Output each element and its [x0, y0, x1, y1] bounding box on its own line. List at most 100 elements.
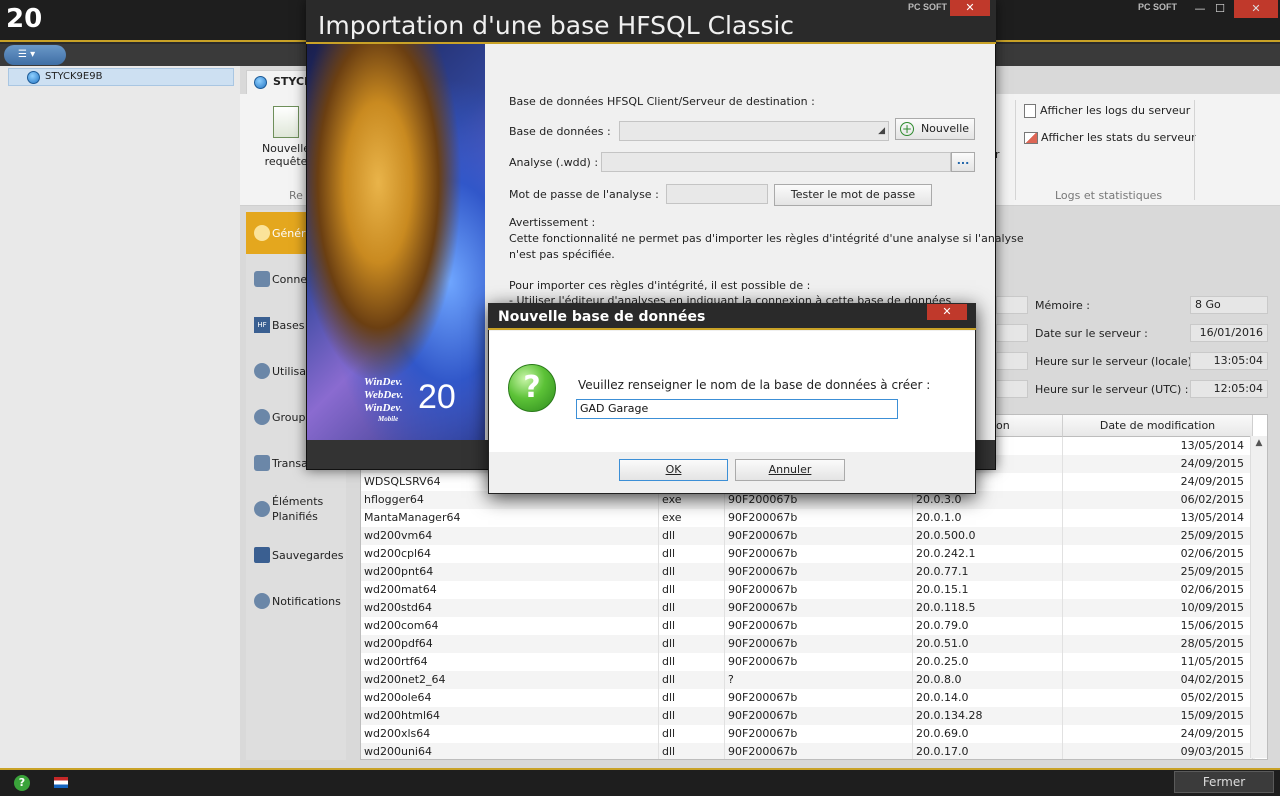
table-row[interactable]: wd200html64 dll 90F200067b 20.0.134.28 15/09…	[361, 707, 1255, 725]
database-select[interactable]: ◢	[619, 121, 889, 141]
table-row[interactable]: wd200com64 dll 90F200067b 20.0.79.0 15/06/20…	[361, 617, 1255, 635]
cancel-button[interactable]: Annuler	[735, 459, 845, 481]
language-flag-icon[interactable]	[54, 777, 68, 788]
modal-close-button[interactable]: ✕	[927, 304, 967, 320]
browse-button[interactable]: ...	[951, 152, 975, 172]
table-cell: 13/05/2014	[1063, 437, 1253, 455]
table-row[interactable]: wd200cpl64 dll 90F200067b 20.0.242.1 02/06/2…	[361, 545, 1255, 563]
question-icon: ?	[508, 364, 556, 412]
table-cell: ?	[725, 671, 913, 689]
table-cell: 24/09/2015	[1063, 455, 1253, 473]
table-row[interactable]: wd200uni64 dll 90F200067b 20.0.17.0 09/03/20…	[361, 743, 1255, 759]
info-field-partial	[996, 324, 1028, 342]
table-row[interactable]: wd200std64 dll 90F200067b 20.0.118.5 10/09/2…	[361, 599, 1255, 617]
table-cell: 20.0.118.5	[913, 599, 1063, 617]
help-icon[interactable]: ?	[14, 775, 30, 791]
modal-prompt: Veuillez renseigner le nom de la base de…	[578, 378, 931, 392]
show-stats-button[interactable]: Afficher les stats du serveur	[1024, 131, 1196, 144]
nav-scheduled[interactable]: Éléments Planifiés	[246, 488, 360, 530]
table-row[interactable]: wd200xls64 dll 90F200067b 20.0.69.0 24/09/20…	[361, 725, 1255, 743]
nav-label: Utilisat	[272, 364, 311, 378]
clock-icon	[254, 501, 270, 517]
table-cell: 20.0.77.1	[913, 563, 1063, 581]
memory-value: 8 Go	[1190, 296, 1268, 314]
table-cell: 06/02/2015	[1063, 491, 1253, 509]
show-stats-label: Afficher les stats du serveur	[1041, 131, 1196, 144]
table-cell: 24/09/2015	[1063, 725, 1253, 743]
nav-notifications[interactable]: Notifications	[246, 580, 360, 622]
modal-title: Nouvelle base de données	[488, 303, 976, 330]
server-time-local-value: 13:05:04	[1190, 352, 1268, 370]
database-name-input[interactable]: GAD Garage	[576, 399, 898, 419]
nav-label: Bases	[272, 318, 305, 332]
table-cell: 90F200067b	[725, 527, 913, 545]
table-row[interactable]: wd200ole64 dll 90F200067b 20.0.14.0 05/02/20…	[361, 689, 1255, 707]
ribbon-separator	[1015, 100, 1016, 200]
server-time-local-label: Heure sur le serveur (locale) :	[1035, 355, 1200, 368]
table-cell: 20.0.500.0	[913, 527, 1063, 545]
windev-version-number: 20	[418, 378, 456, 416]
maximize-button[interactable]: ☐	[1202, 0, 1238, 18]
ribbon-separator	[1194, 100, 1195, 200]
table-row[interactable]: MantaManager64 exe 90F200067b 20.0.1.0 13/05…	[361, 509, 1255, 527]
pcsoft-logo: PC SOFT	[908, 2, 948, 12]
table-cell: wd200com64	[361, 617, 659, 635]
show-logs-label: Afficher les logs du serveur	[1040, 104, 1191, 117]
table-row[interactable]: wd200rtf64 dll 90F200067b 20.0.25.0 11/05/20…	[361, 653, 1255, 671]
warning-text-2: n'est pas spécifiée.	[509, 248, 615, 261]
groups-icon	[254, 409, 270, 425]
table-cell: 90F200067b	[725, 725, 913, 743]
ok-button[interactable]: OK	[619, 459, 728, 481]
table-cell: wd200ole64	[361, 689, 659, 707]
memory-label: Mémoire :	[1035, 299, 1091, 312]
table-cell: dll	[659, 653, 725, 671]
table-cell: wd200rtf64	[361, 653, 659, 671]
log-icon	[1024, 104, 1036, 118]
tree-item-server[interactable]: STYCK9E9B	[8, 68, 234, 86]
table-cell: 20.0.1.0	[913, 509, 1063, 527]
table-cell: 11/05/2015	[1063, 653, 1253, 671]
import-dialog-title: Importation d'une base HFSQL Classic	[306, 0, 996, 44]
table-row[interactable]: wd200pnt64 dll 90F200067b 20.0.77.1 25/09/20…	[361, 563, 1255, 581]
table-cell: 90F200067b	[725, 581, 913, 599]
scroll-up-icon[interactable]: ▲	[1251, 438, 1267, 448]
nav-backups[interactable]: Sauvegardes	[246, 534, 360, 576]
database-icon: HF	[254, 317, 270, 333]
show-logs-button[interactable]: Afficher les logs du serveur	[1024, 104, 1190, 118]
close-button[interactable]: Fermer	[1174, 771, 1274, 793]
analysis-input[interactable]	[601, 152, 951, 172]
nav-label: Éléments Planifiés	[272, 495, 324, 523]
table-cell: 90F200067b	[725, 707, 913, 725]
table-cell: dll	[659, 725, 725, 743]
view-menu-button[interactable]: ☰ ▾	[4, 45, 66, 65]
table-row[interactable]: wd200pdf64 dll 90F200067b 20.0.51.0 28/05/20…	[361, 635, 1255, 653]
table-row[interactable]: wd200net2_64 dll? 20.0.8.0 04/02/2015	[361, 671, 1255, 689]
warning-title: Avertissement :	[509, 216, 596, 229]
table-cell: 05/02/2015	[1063, 689, 1253, 707]
connections-icon	[254, 271, 270, 287]
close-window-button[interactable]: ✕	[1234, 0, 1278, 18]
save-icon	[254, 547, 270, 563]
table-cell: 90F200067b	[725, 635, 913, 653]
table-row[interactable]: wd200mat64 dll 90F200067b 20.0.15.1 02/06/20…	[361, 581, 1255, 599]
table-cell: 90F200067b	[725, 653, 913, 671]
test-password-button[interactable]: Tester le mot de passe	[774, 184, 932, 206]
table-cell: wd200pnt64	[361, 563, 659, 581]
table-cell: 15/06/2015	[1063, 617, 1253, 635]
warning-text: Cette fonctionnalité ne permet pas d'imp…	[509, 232, 1024, 245]
table-scrollbar[interactable]: ▲	[1250, 436, 1267, 758]
table-cell: 10/09/2015	[1063, 599, 1253, 617]
server-globe-icon	[254, 76, 267, 89]
table-cell: 02/06/2015	[1063, 545, 1253, 563]
table-cell: dll	[659, 743, 725, 759]
import-dialog-close-button[interactable]: ✕	[950, 0, 990, 16]
column-header-modified-date[interactable]: Date de modification	[1063, 415, 1253, 437]
table-cell: 15/09/2015	[1063, 707, 1253, 725]
table-row[interactable]: wd200vm64 dll 90F200067b 20.0.500.0 25/09/20…	[361, 527, 1255, 545]
new-database-button[interactable]: + Nouvelle	[895, 118, 975, 140]
analysis-password-input[interactable]	[666, 184, 768, 204]
table-cell: 24/09/2015	[1063, 473, 1253, 491]
pcsoft-logo: PC SOFT	[1138, 2, 1178, 12]
ribbon-group-requests: Re	[289, 189, 303, 202]
table-cell: wd200xls64	[361, 725, 659, 743]
